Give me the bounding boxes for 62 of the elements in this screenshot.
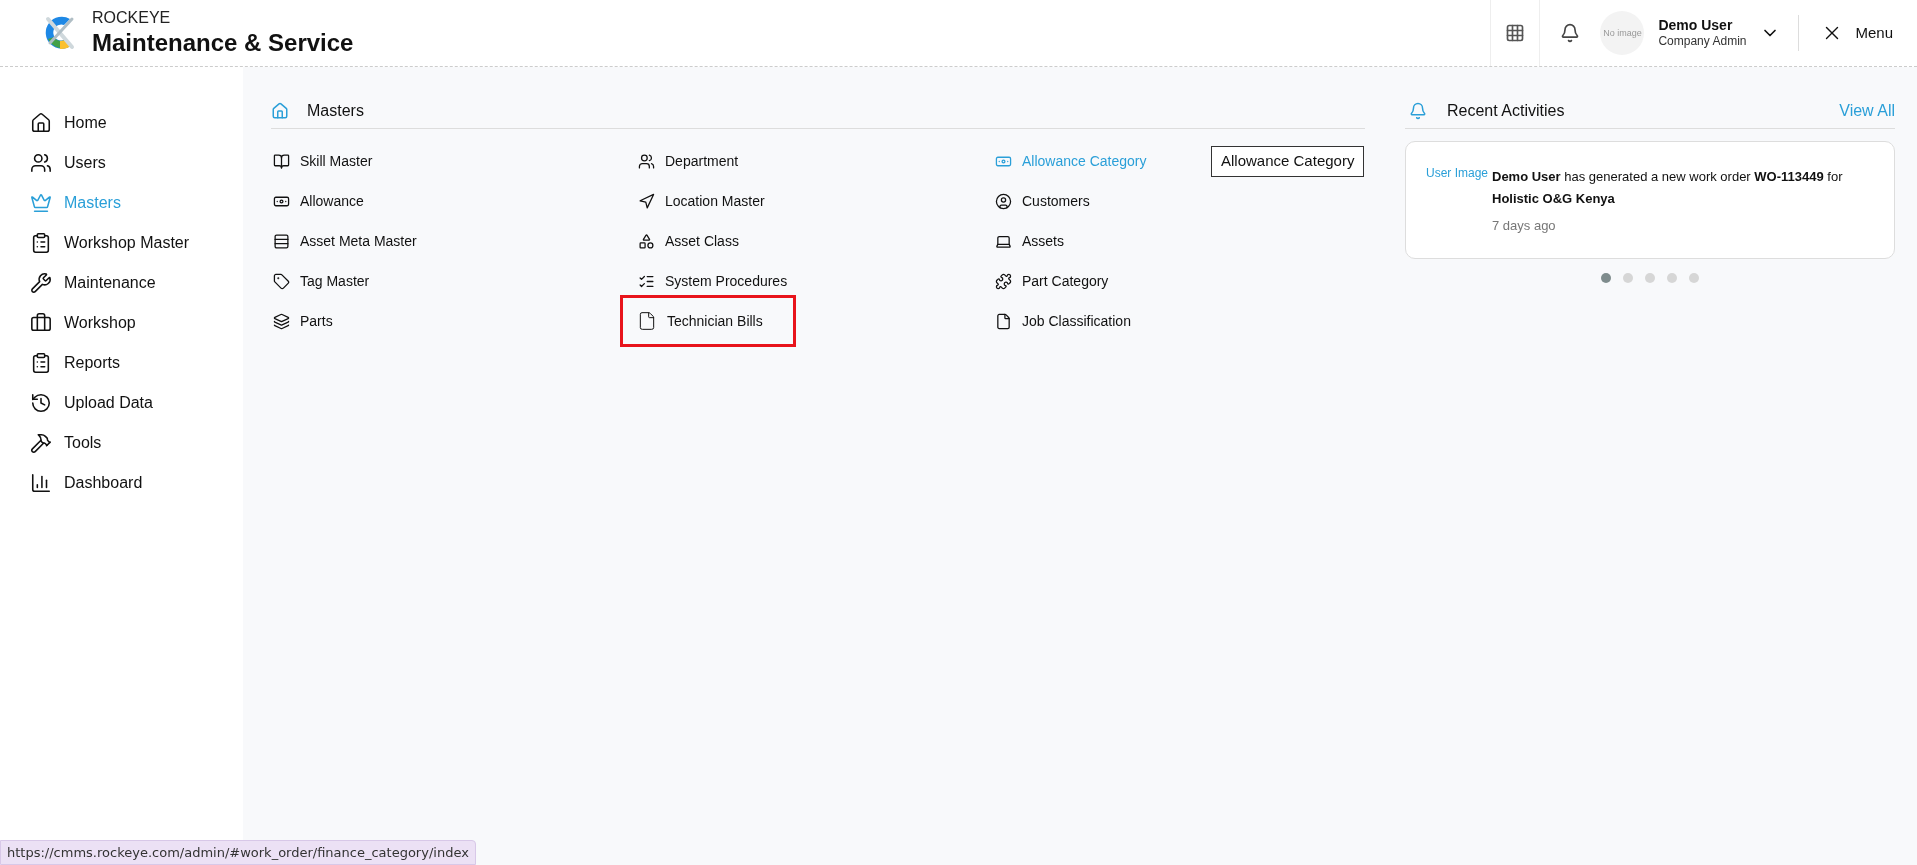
bell-icon xyxy=(1560,23,1581,43)
tooltip: Allowance Category xyxy=(1211,146,1365,177)
broken-image: User Image xyxy=(1426,166,1490,182)
activity-time: 7 days ago xyxy=(1492,217,1557,235)
master-link[interactable]: Asset Meta Master xyxy=(271,230,419,252)
master-link[interactable]: Job Classification xyxy=(993,310,1133,332)
avatar: No image xyxy=(1600,11,1645,55)
tools-icon xyxy=(30,272,52,294)
clipboard-icon xyxy=(30,352,52,374)
grid-icon xyxy=(1505,23,1526,43)
shapes-icon xyxy=(638,232,655,250)
tag-icon xyxy=(273,272,290,290)
sidebar-item[interactable]: Reports xyxy=(30,343,243,383)
brand-name: ROCKEYE xyxy=(92,8,172,28)
sidebar-item[interactable]: Dashboard xyxy=(30,463,243,503)
home-icon xyxy=(30,112,52,134)
status-url: https://cmms.rockeye.com/admin/#work_order/finance_category/index xyxy=(0,839,476,865)
user-circle-icon xyxy=(995,192,1012,210)
apps-button[interactable] xyxy=(1490,0,1541,66)
menu-button[interactable]: Menu xyxy=(1799,21,1917,45)
rows-icon xyxy=(273,232,290,250)
puzzle-icon xyxy=(995,272,1012,290)
sidebar-item[interactable]: Workshop Master xyxy=(30,223,243,263)
user-role: Company Admin xyxy=(1658,34,1747,50)
briefcase-icon xyxy=(30,312,52,334)
clipboard-icon xyxy=(30,232,52,254)
panel-title: Recent Activities xyxy=(1447,100,1565,121)
master-link[interactable]: Part Category xyxy=(993,270,1111,292)
activity-text: Demo User has generated a new work order WO-113449 for Holistic O&G Kenya xyxy=(1492,168,1844,208)
users-icon xyxy=(30,152,52,174)
master-link[interactable]: Skill Master xyxy=(271,150,375,172)
master-link[interactable]: System Procedures xyxy=(636,270,790,292)
master-link[interactable]: Location Master xyxy=(636,190,767,212)
layers-icon xyxy=(273,312,290,330)
book-icon xyxy=(273,152,290,170)
sidebar-item[interactable]: Home xyxy=(30,103,243,143)
master-link[interactable]: Parts xyxy=(271,310,335,332)
home-icon xyxy=(271,101,289,120)
master-link[interactable]: Technician Bills xyxy=(620,295,796,347)
sidebar-item[interactable]: Upload Data xyxy=(30,383,243,423)
sidebar-item[interactable]: Users xyxy=(30,143,243,183)
app-title: Maintenance & Service xyxy=(92,28,354,58)
master-link[interactable]: Department xyxy=(636,150,741,172)
file-icon xyxy=(995,312,1012,330)
crown-icon xyxy=(30,192,52,214)
master-link[interactable]: Customers xyxy=(993,190,1092,212)
chart-icon xyxy=(30,472,52,494)
sidebar-item[interactable]: Workshop xyxy=(30,303,243,343)
navigation-icon xyxy=(638,192,655,210)
history-icon xyxy=(30,392,52,414)
master-link[interactable]: Allowance xyxy=(271,190,366,212)
master-link[interactable]: Assets xyxy=(993,230,1066,252)
bell-icon xyxy=(1409,101,1427,120)
section-title: Masters xyxy=(307,100,364,121)
sidebar-item[interactable]: Tools xyxy=(30,423,243,463)
file-icon xyxy=(637,311,657,331)
users-icon xyxy=(638,152,655,170)
hammer-icon xyxy=(30,432,52,454)
sidebar-item[interactable]: Maintenance xyxy=(30,263,243,303)
user-name: Demo User xyxy=(1658,16,1734,35)
master-link[interactable]: Tag Master xyxy=(271,270,372,292)
master-link[interactable]: Asset Class xyxy=(636,230,741,252)
